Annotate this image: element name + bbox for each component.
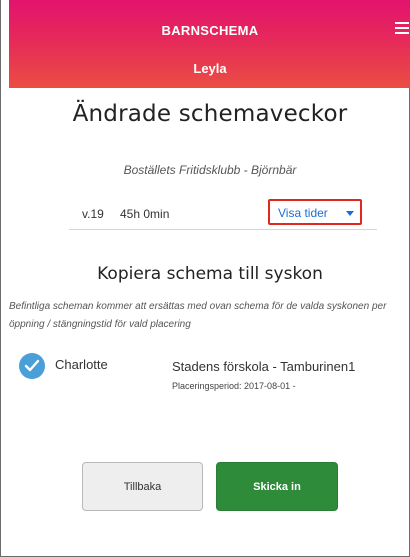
sibling-placement-period: Placeringsperiod: 2017-08-01 - [172,381,296,391]
week-hours: 45h 0min [120,207,170,221]
submit-button[interactable]: Skicka in [216,462,338,511]
copy-info-text: Befintliga scheman kommer att ersättas m… [9,301,387,330]
week-number: v.19 [82,207,104,221]
app-title: BARNSCHEMA [161,23,259,38]
caret-down-icon [346,211,354,216]
sibling-name: Charlotte [55,357,108,372]
sibling-checkbox-checked-icon[interactable] [19,353,45,379]
show-times-button[interactable]: Visa tider [268,199,362,225]
app-frame: BARNSCHEMA Leyla Ändrade schemaveckor Bo… [0,0,410,557]
show-times-label: Visa tider [278,206,328,220]
sibling-row: Charlotte Stadens förskola - Tamburinen1… [1,352,410,400]
week-row: v.19 45h 0min Visa tider [69,196,377,230]
app-header: BARNSCHEMA Leyla [9,0,410,88]
copy-section-title: Kopiera schema till syskon [97,264,323,284]
sibling-school: Stadens förskola - Tamburinen1 [172,359,356,374]
page-title: Ändrade schemaveckor [72,101,348,127]
placement-name: Boställets Fritidsklubb - Björnbär [123,163,297,177]
back-button[interactable]: Tillbaka [82,462,203,511]
child-name: Leyla [193,61,227,76]
hamburger-menu-icon[interactable] [395,22,409,36]
